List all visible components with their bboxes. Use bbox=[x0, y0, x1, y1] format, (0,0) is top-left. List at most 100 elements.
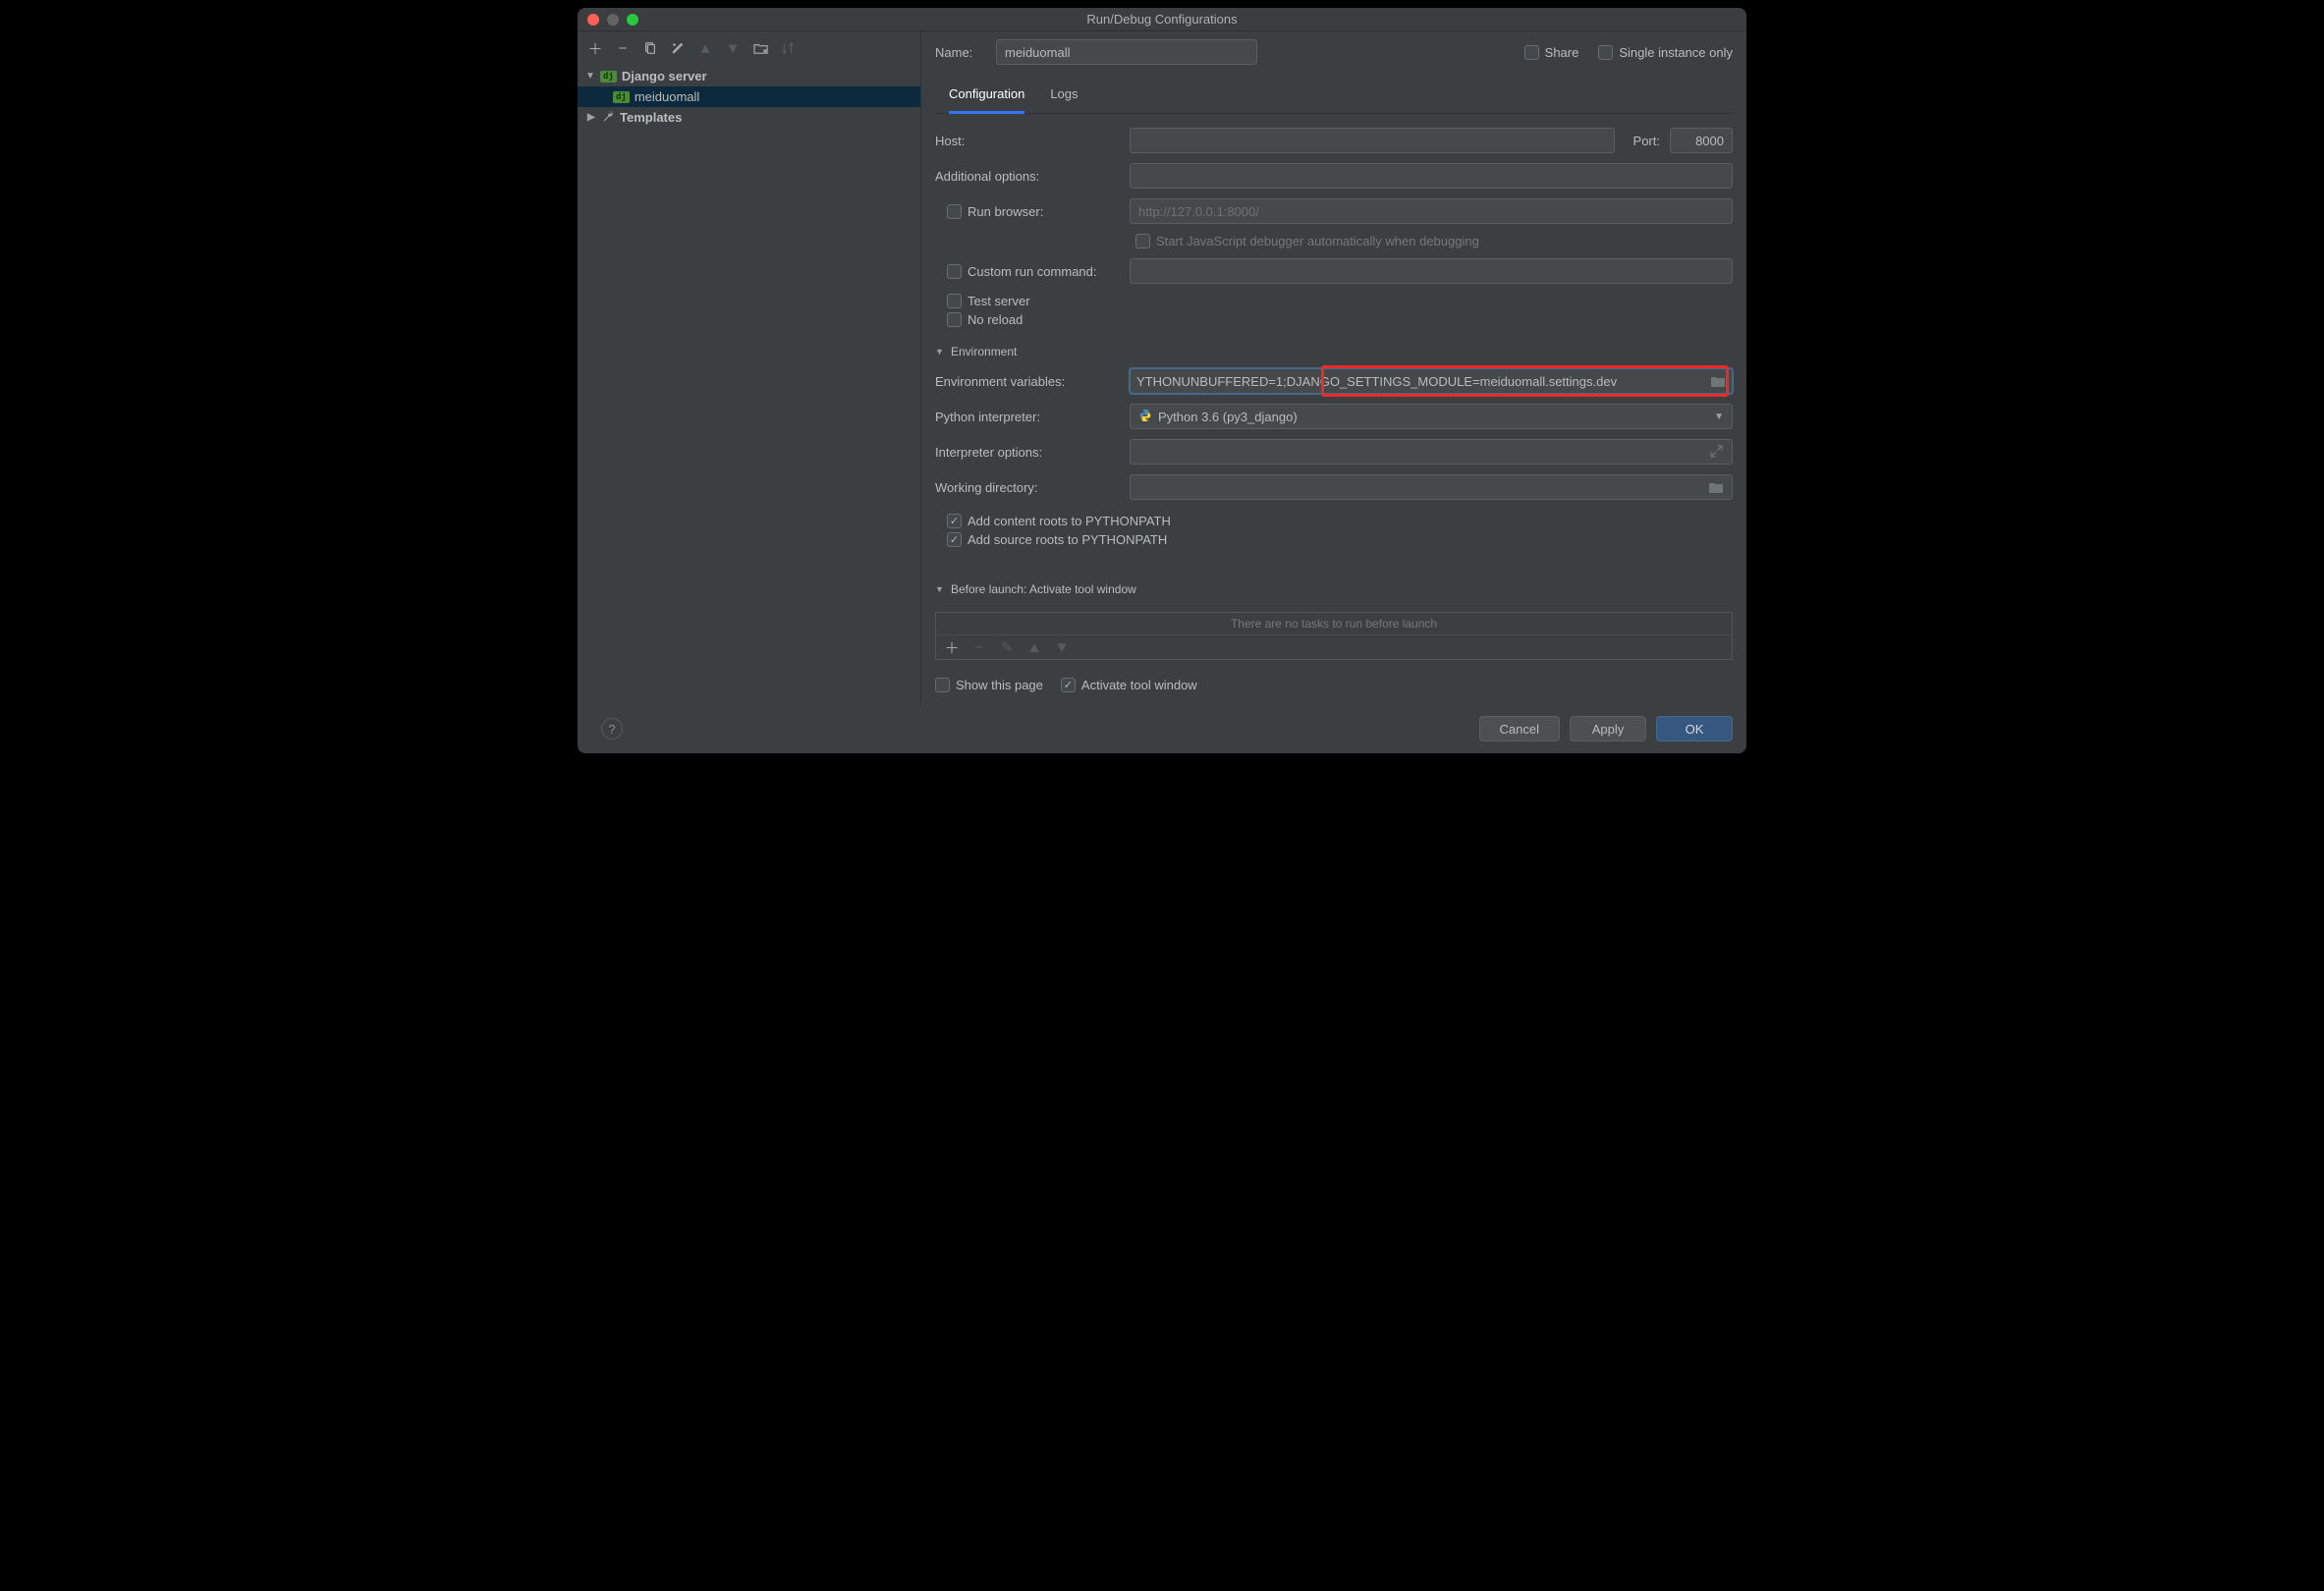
environment-section-header[interactable]: ▼ Environment bbox=[935, 337, 1733, 358]
add-content-roots-checkbox[interactable] bbox=[947, 514, 962, 528]
chevron-down-icon: ▼ bbox=[1714, 411, 1724, 422]
custom-run-input[interactable] bbox=[1130, 258, 1733, 284]
settings-icon[interactable] bbox=[670, 40, 686, 56]
add-content-roots-label[interactable]: Add content roots to PYTHONPATH bbox=[947, 514, 1733, 528]
show-page-checkbox[interactable] bbox=[935, 678, 950, 692]
interp-options-input[interactable] bbox=[1130, 439, 1733, 465]
remove-config-icon[interactable]: − bbox=[615, 40, 631, 56]
port-label: Port: bbox=[1625, 134, 1660, 148]
test-server-checkbox[interactable] bbox=[947, 294, 962, 308]
no-reload-checkbox[interactable] bbox=[947, 312, 962, 327]
tree-label: Templates bbox=[620, 110, 682, 125]
add-source-roots-checkbox[interactable] bbox=[947, 532, 962, 547]
tree-node-django-server[interactable]: ▼ dj Django server bbox=[578, 66, 920, 86]
add-content-roots-text: Add content roots to PYTHONPATH bbox=[968, 514, 1171, 528]
task-down-icon[interactable]: ▼ bbox=[1054, 639, 1070, 655]
move-up-icon[interactable]: ▲ bbox=[697, 40, 713, 56]
python-interp-value: Python 3.6 (py3_django) bbox=[1158, 410, 1298, 424]
run-browser-label[interactable]: Run browser: bbox=[947, 204, 1120, 219]
folder-action-icon[interactable] bbox=[752, 40, 768, 56]
single-instance-checkbox[interactable] bbox=[1598, 45, 1613, 60]
expand-arrow-icon: ▼ bbox=[585, 71, 595, 82]
share-text: Share bbox=[1545, 45, 1579, 60]
test-server-text: Test server bbox=[968, 294, 1030, 308]
add-task-icon[interactable]: ＋ bbox=[944, 639, 960, 655]
dialog-footer: ? Cancel Apply OK bbox=[578, 704, 1746, 753]
host-input[interactable] bbox=[1130, 128, 1615, 153]
wrench-icon bbox=[602, 110, 615, 126]
remove-task-icon[interactable]: − bbox=[971, 639, 987, 655]
start-js-debugger-label[interactable]: Start JavaScript debugger automatically … bbox=[1135, 234, 1479, 248]
move-down-icon[interactable]: ▼ bbox=[725, 40, 741, 56]
share-checkbox[interactable] bbox=[1524, 45, 1539, 60]
python-icon bbox=[1138, 409, 1152, 425]
start-js-debugger-text: Start JavaScript debugger automatically … bbox=[1156, 234, 1479, 248]
start-js-debugger-checkbox[interactable] bbox=[1135, 234, 1150, 248]
add-source-roots-text: Add source roots to PYTHONPATH bbox=[968, 532, 1167, 547]
copy-config-icon[interactable] bbox=[642, 40, 658, 56]
working-dir-input[interactable] bbox=[1130, 474, 1733, 500]
share-checkbox-label[interactable]: Share bbox=[1524, 45, 1579, 60]
port-input[interactable] bbox=[1670, 128, 1733, 153]
before-launch-tasks-box: There are no tasks to run before launch … bbox=[935, 612, 1733, 660]
run-browser-text: Run browser: bbox=[968, 204, 1043, 219]
tree-node-meiduomall[interactable]: dj meiduomall bbox=[578, 86, 920, 107]
tree-node-templates[interactable]: ▶ Templates bbox=[578, 107, 920, 128]
add-source-roots-label[interactable]: Add source roots to PYTHONPATH bbox=[947, 532, 1733, 547]
custom-run-checkbox[interactable] bbox=[947, 264, 962, 279]
env-vars-label: Environment variables: bbox=[935, 374, 1120, 389]
no-tasks-text: There are no tasks to run before launch bbox=[936, 613, 1732, 635]
browse-env-icon[interactable] bbox=[1710, 374, 1726, 388]
edit-task-icon[interactable]: ✎ bbox=[999, 639, 1015, 655]
sort-icon[interactable] bbox=[780, 40, 796, 56]
django-icon: dj bbox=[613, 91, 630, 103]
interp-options-label: Interpreter options: bbox=[935, 445, 1120, 460]
activate-tool-label[interactable]: Activate tool window bbox=[1061, 678, 1197, 692]
collapse-arrow-icon: ▼ bbox=[935, 584, 945, 594]
dialog-window: Run/Debug Configurations ＋ − ▲ ▼ bbox=[578, 8, 1746, 753]
cancel-button[interactable]: Cancel bbox=[1479, 716, 1560, 741]
working-dir-label: Working directory: bbox=[935, 480, 1120, 495]
test-server-label[interactable]: Test server bbox=[947, 294, 1733, 308]
host-label: Host: bbox=[935, 134, 1120, 148]
custom-run-label[interactable]: Custom run command: bbox=[947, 264, 1120, 279]
name-label: Name: bbox=[935, 45, 984, 60]
window-title: Run/Debug Configurations bbox=[578, 12, 1746, 27]
tab-logs[interactable]: Logs bbox=[1050, 79, 1078, 113]
run-browser-url-input[interactable]: http://127.0.0.1:8000/ bbox=[1130, 198, 1733, 224]
additional-options-input[interactable] bbox=[1130, 163, 1733, 189]
additional-options-label: Additional options: bbox=[935, 169, 1120, 184]
help-button[interactable]: ? bbox=[601, 718, 623, 740]
single-instance-text: Single instance only bbox=[1619, 45, 1733, 60]
run-browser-checkbox[interactable] bbox=[947, 204, 962, 219]
configurations-sidebar: ＋ − ▲ ▼ ▼ dj bbox=[578, 31, 921, 704]
before-launch-title: Before launch: Activate tool window bbox=[951, 582, 1136, 596]
tab-bar: Configuration Logs bbox=[935, 79, 1733, 114]
environment-section-title: Environment bbox=[951, 345, 1017, 358]
no-reload-text: No reload bbox=[968, 312, 1023, 327]
no-reload-label[interactable]: No reload bbox=[947, 312, 1733, 327]
single-instance-label[interactable]: Single instance only bbox=[1598, 45, 1733, 60]
expand-arrow-icon: ▶ bbox=[587, 112, 597, 123]
show-page-text: Show this page bbox=[956, 678, 1043, 692]
activate-tool-checkbox[interactable] bbox=[1061, 678, 1076, 692]
apply-button[interactable]: Apply bbox=[1570, 716, 1646, 741]
python-interpreter-select[interactable]: Python 3.6 (py3_django) ▼ bbox=[1130, 404, 1733, 429]
show-page-label[interactable]: Show this page bbox=[935, 678, 1043, 692]
collapse-arrow-icon: ▼ bbox=[935, 347, 945, 357]
config-name-input[interactable] bbox=[996, 39, 1257, 65]
config-tree: ▼ dj Django server dj meiduomall ▶ Templ… bbox=[578, 64, 920, 128]
custom-run-text: Custom run command: bbox=[968, 264, 1097, 279]
activate-tool-text: Activate tool window bbox=[1081, 678, 1197, 692]
task-up-icon[interactable]: ▲ bbox=[1026, 639, 1042, 655]
tree-label: Django server bbox=[622, 69, 707, 83]
tab-configuration[interactable]: Configuration bbox=[949, 79, 1024, 114]
expand-icon[interactable] bbox=[1710, 445, 1724, 459]
before-launch-header[interactable]: ▼ Before launch: Activate tool window bbox=[935, 575, 1733, 596]
main-panel: Name: Share Single instance only Configu… bbox=[921, 31, 1746, 704]
add-config-icon[interactable]: ＋ bbox=[587, 40, 603, 56]
ok-button[interactable]: OK bbox=[1656, 716, 1733, 741]
tree-label: meiduomall bbox=[635, 89, 699, 104]
browse-folder-icon[interactable] bbox=[1708, 480, 1724, 494]
env-vars-input[interactable]: YTHONUNBUFFERED=1;DJANGO_SETTINGS_MODULE… bbox=[1130, 368, 1733, 394]
